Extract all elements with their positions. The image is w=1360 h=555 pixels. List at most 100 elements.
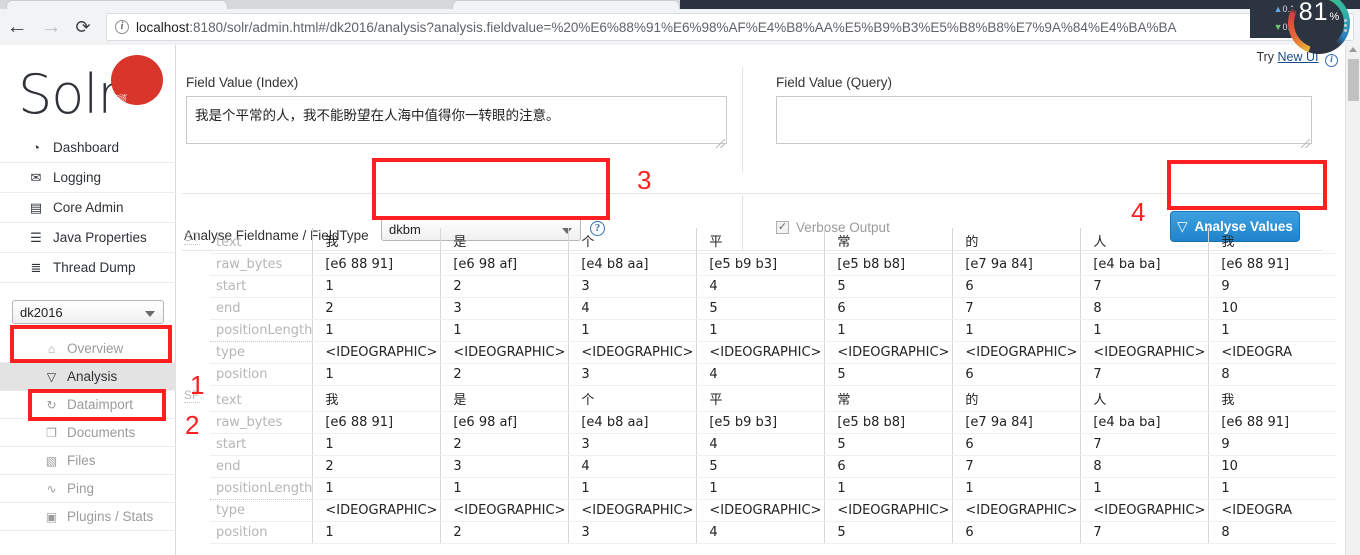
token-cell: 5 (696, 297, 825, 320)
resize-grip[interactable] (716, 139, 725, 148)
browser-tab[interactable] (452, 0, 680, 9)
sidebar-item-java-properties[interactable]: ☰ Java Properties (0, 223, 176, 253)
token-cell: <IDEOGRAPHIC> (696, 499, 825, 522)
sidebar-item-label: Thread Dump (53, 260, 136, 275)
reload-icon[interactable]: ⟳ (66, 10, 100, 44)
sidebar-item-overview[interactable]: ⌂ Overview (0, 335, 176, 363)
table-row: start 1 2 3 4 5 6 7 9 (210, 433, 1337, 456)
row-key-start: start (210, 433, 313, 456)
sidebar-item-dataimport[interactable]: ↻ Dataimport (0, 391, 176, 419)
token-cell: 4 (696, 433, 825, 456)
row-key-positionlength: positionLength (210, 477, 313, 500)
token-cell: [e6 88 91] (1208, 253, 1337, 276)
sidebar-item-files[interactable]: ▧ Files (0, 447, 176, 475)
resize-grip[interactable] (1301, 139, 1310, 148)
token-cell: 6 (824, 297, 953, 320)
row-key-type: type (210, 499, 313, 522)
table-row: type <IDEOGRAPHIC> <IDEOGRAPHIC> <IDEOGRAPH… (210, 341, 1337, 364)
site-info-icon[interactable]: i (115, 20, 129, 34)
token-cell: 7 (1080, 521, 1209, 544)
sidebar-item-label: Analysis (67, 369, 118, 384)
token-cell: [e5 b8 b8] (824, 411, 953, 434)
token-cell: 2 (440, 433, 569, 456)
token-cell: <IDEOGRA (1208, 499, 1337, 522)
table-row: text 我是个平常的人我 (210, 386, 1337, 412)
token-cell: 平 (696, 228, 825, 254)
table-row: type <IDEOGRAPHIC> <IDEOGRAPHIC> <IDEOGRAPH… (210, 499, 1337, 522)
token-cell: 我 (1208, 386, 1337, 412)
token-cell: 1 (824, 319, 953, 342)
sidebar-item-label: Dataimport (67, 397, 134, 412)
kebab-menu-icon[interactable] (1334, 13, 1356, 37)
row-key-position: position (210, 363, 313, 386)
row-key-text: text (210, 228, 313, 254)
token-cell: <IDEOGRAPHIC> (440, 499, 569, 522)
field-value-index-input[interactable] (186, 96, 727, 144)
token-cell: 1 (440, 319, 569, 342)
sidebar-item-plugins-stats[interactable]: ▣ Plugins / Stats (0, 503, 176, 531)
sidebar-item-analysis[interactable]: ▽ Analysis (0, 363, 176, 391)
row-key-type: type (210, 341, 313, 364)
java-properties-icon: ☰ (30, 229, 42, 245)
row-key-positionlength: positionLength (210, 319, 313, 342)
token-cell: 4 (568, 297, 697, 320)
token-cell: 1 (568, 319, 697, 342)
table-row: positionLength 1 1 1 1 1 1 1 1 (210, 477, 1337, 500)
chevron-down-icon (145, 311, 155, 317)
token-cell: 5 (824, 275, 953, 298)
token-cell: <IDEOGRAPHIC> (952, 341, 1081, 364)
sidebar-item-dashboard[interactable]: ◔ Dashboard (0, 133, 176, 163)
sidebar-item-core-admin[interactable]: ▤ Core Admin (0, 193, 176, 223)
token-cell: <IDEOGRAPHIC> (952, 499, 1081, 522)
token-cell: 的 (952, 228, 1081, 254)
tab-strip (0, 0, 1360, 9)
token-cell: 2 (312, 455, 441, 478)
sidebar-item-logging[interactable]: ✉ Logging (0, 163, 176, 193)
core-nav-list: ⌂ Overview ▽ Analysis ↻ Dataimport ❐ Doc… (0, 335, 176, 531)
token-cell: 2 (440, 275, 569, 298)
page-scrollbar[interactable] (1345, 45, 1360, 555)
token-cell: 6 (952, 275, 1081, 298)
sidebar-item-documents[interactable]: ❐ Documents (0, 419, 176, 447)
table-row: position 1 2 3 4 5 6 7 8 (210, 363, 1337, 386)
token-cell: 平 (696, 386, 825, 412)
table-row: positionLength 1 1 1 1 1 1 1 1 (210, 319, 1337, 342)
sidebar-item-thread-dump[interactable]: ≣ Thread Dump (0, 253, 176, 283)
table-row: start 1 2 3 4 5 6 7 9 (210, 275, 1337, 298)
token-cell: 3 (568, 521, 697, 544)
forward-arrow-icon[interactable]: → (34, 10, 68, 44)
token-cell: 1 (440, 477, 569, 500)
home-icon: ⌂ (47, 341, 56, 356)
field-value-query-panel: Field Value (Query) (776, 75, 1312, 149)
back-arrow-icon[interactable]: ← (0, 10, 34, 44)
token-cell: [e5 b9 b3] (696, 411, 825, 434)
solr-logo-text: Solr (18, 63, 120, 126)
address-bar[interactable]: i localhost:8180/solr/admin.html#/dk2016… (106, 13, 1354, 41)
token-cell: 3 (568, 275, 697, 298)
sidebar-item-label: Overview (67, 341, 124, 356)
scroll-up-arrow-icon[interactable] (1349, 47, 1357, 52)
analysis-block-st: ST text 我是个平常的人我 raw_bytes [e6 88 91] [e6 98 … (176, 228, 1360, 386)
token-cell: 1 (952, 477, 1081, 500)
sidebar-item-ping[interactable]: ∿ Ping (0, 475, 176, 503)
field-value-query-input[interactable] (776, 96, 1312, 144)
scrollbar-thumb[interactable] (1348, 59, 1359, 101)
browser-tab[interactable] (6, 0, 228, 9)
token-cell: 8 (1080, 455, 1209, 478)
token-cell: [e6 88 91] (312, 411, 441, 434)
token-cell: 8 (1208, 363, 1337, 386)
main-content: Field Value (Index) Field Value (Query) … (176, 45, 1345, 555)
core-selector[interactable]: dk2016 (12, 300, 164, 324)
analysis-block-tag: SF (184, 390, 200, 403)
token-cell: [e7 9a 84] (952, 253, 1081, 276)
documents-icon: ❐ (46, 425, 57, 440)
token-cell: 3 (568, 433, 697, 456)
token-cell: <IDEOGRAPHIC> (568, 341, 697, 364)
token-cell: [e4 ba ba] (1080, 253, 1209, 276)
token-cell: 2 (440, 521, 569, 544)
token-cell: 6 (952, 521, 1081, 544)
panel-divider (742, 67, 743, 172)
token-cell: <IDEOGRAPHIC> (696, 341, 825, 364)
sidebar: Solr ◔ Dashboard ✉ Logging ▤ Core Admin … (0, 45, 176, 555)
token-cell: 我 (1208, 228, 1337, 254)
